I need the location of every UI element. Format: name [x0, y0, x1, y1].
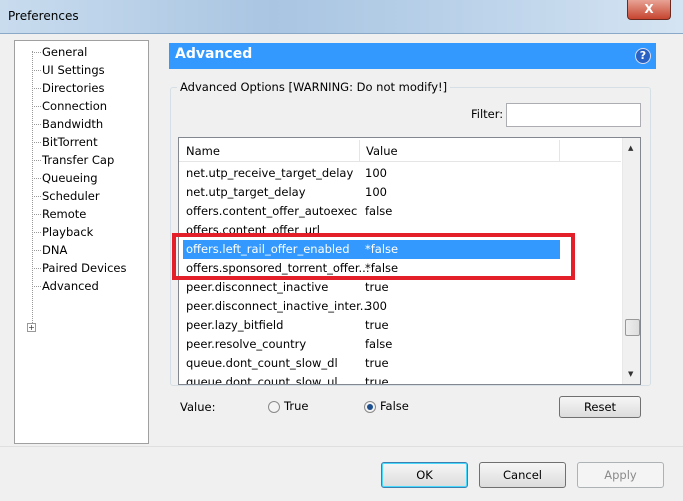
- option-value: false: [365, 204, 393, 218]
- false-radio[interactable]: [364, 401, 376, 413]
- scroll-up-icon[interactable]: ▲: [628, 144, 633, 152]
- option-value: true: [365, 356, 389, 370]
- option-name: peer.disconnect_inactive: [186, 280, 329, 294]
- scroll-down-icon[interactable]: ▼: [628, 370, 633, 378]
- filter-input[interactable]: [506, 103, 641, 127]
- divider: [0, 446, 683, 447]
- sidebar-item-bittorrent[interactable]: BitTorrent: [42, 133, 98, 151]
- true-label[interactable]: True: [284, 399, 308, 413]
- sidebar-item-ui-settings[interactable]: UI Settings: [42, 61, 105, 79]
- scroll-thumb[interactable]: [625, 319, 640, 336]
- table-row[interactable]: peer.disconnect_inactive true: [183, 278, 560, 297]
- option-value: 100: [365, 185, 387, 199]
- sidebar-item-scheduler[interactable]: Scheduler: [42, 187, 100, 205]
- option-value: true: [365, 280, 389, 294]
- sidebar-item-queueing[interactable]: Queueing: [42, 169, 98, 187]
- list-header: Name Value: [179, 140, 621, 162]
- help-icon[interactable]: ?: [635, 48, 651, 64]
- table-row[interactable]: net.utp_target_delay 100: [183, 183, 560, 202]
- sidebar-item-remote[interactable]: Remote: [42, 205, 86, 223]
- preferences-tree: General UI Settings Directories Connection B…: [14, 40, 149, 444]
- group-label: Advanced Options [WARNING: Do not modify…: [177, 80, 451, 94]
- option-name: peer.resolve_country: [186, 337, 307, 351]
- expand-icon[interactable]: +: [27, 323, 36, 332]
- table-row[interactable]: net.utp_receive_target_delay 100: [183, 164, 560, 183]
- option-name: peer.disconnect_inactive_inter...: [186, 299, 371, 313]
- sidebar-item-general[interactable]: General: [42, 43, 87, 61]
- option-name: net.utp_receive_target_delay: [186, 166, 354, 180]
- option-value: 300: [365, 299, 387, 313]
- filter-label: Filter:: [471, 107, 504, 121]
- option-value: true: [365, 318, 389, 332]
- section-header: Advanced: [169, 43, 656, 69]
- table-row[interactable]: offers.content_offer_autoexec false: [183, 202, 560, 221]
- ok-button[interactable]: OK: [381, 462, 468, 488]
- sidebar-item-connection[interactable]: Connection: [42, 97, 107, 115]
- scrollbar[interactable]: ▲ ▼: [622, 138, 640, 384]
- column-name[interactable]: Name: [186, 144, 220, 158]
- cancel-button[interactable]: Cancel: [479, 462, 566, 488]
- option-name: queue.dont_count_slow_ul: [186, 375, 338, 385]
- window-title: Preferences: [8, 9, 79, 23]
- highlight-box: [172, 233, 575, 280]
- true-radio[interactable]: [268, 401, 280, 413]
- option-name: net.utp_target_delay: [186, 185, 306, 199]
- table-row[interactable]: queue.dont_count_slow_dl true: [183, 354, 560, 373]
- table-row[interactable]: queue.dont_count_slow_ul true: [183, 373, 560, 385]
- option-value: 100: [365, 166, 387, 180]
- sidebar-item-paired-devices[interactable]: Paired Devices: [42, 259, 127, 277]
- sidebar-item-advanced[interactable]: Advanced: [42, 277, 99, 295]
- sidebar-item-dna[interactable]: DNA: [42, 241, 67, 259]
- reset-button[interactable]: Reset: [559, 396, 641, 418]
- table-row[interactable]: peer.resolve_country false: [183, 335, 560, 354]
- apply-button[interactable]: Apply: [577, 462, 664, 488]
- option-value: true: [365, 375, 389, 385]
- title-bar: [0, 0, 683, 34]
- column-value[interactable]: Value: [366, 144, 398, 158]
- value-label: Value:: [180, 400, 216, 414]
- option-name: offers.content_offer_autoexec: [186, 204, 358, 218]
- option-name: peer.lazy_bitfield: [186, 318, 284, 332]
- table-row[interactable]: peer.disconnect_inactive_inter... 300: [183, 297, 560, 316]
- sidebar-item-bandwidth[interactable]: Bandwidth: [42, 115, 103, 133]
- sidebar-item-playback[interactable]: Playback: [42, 223, 93, 241]
- false-label[interactable]: False: [380, 399, 409, 413]
- option-name: queue.dont_count_slow_dl: [186, 356, 338, 370]
- sidebar-item-directories[interactable]: Directories: [42, 79, 104, 97]
- table-row[interactable]: peer.lazy_bitfield true: [183, 316, 560, 335]
- option-value: false: [365, 337, 393, 351]
- sidebar-item-transfer-cap[interactable]: Transfer Cap: [42, 151, 114, 169]
- close-button[interactable]: X: [627, 0, 671, 20]
